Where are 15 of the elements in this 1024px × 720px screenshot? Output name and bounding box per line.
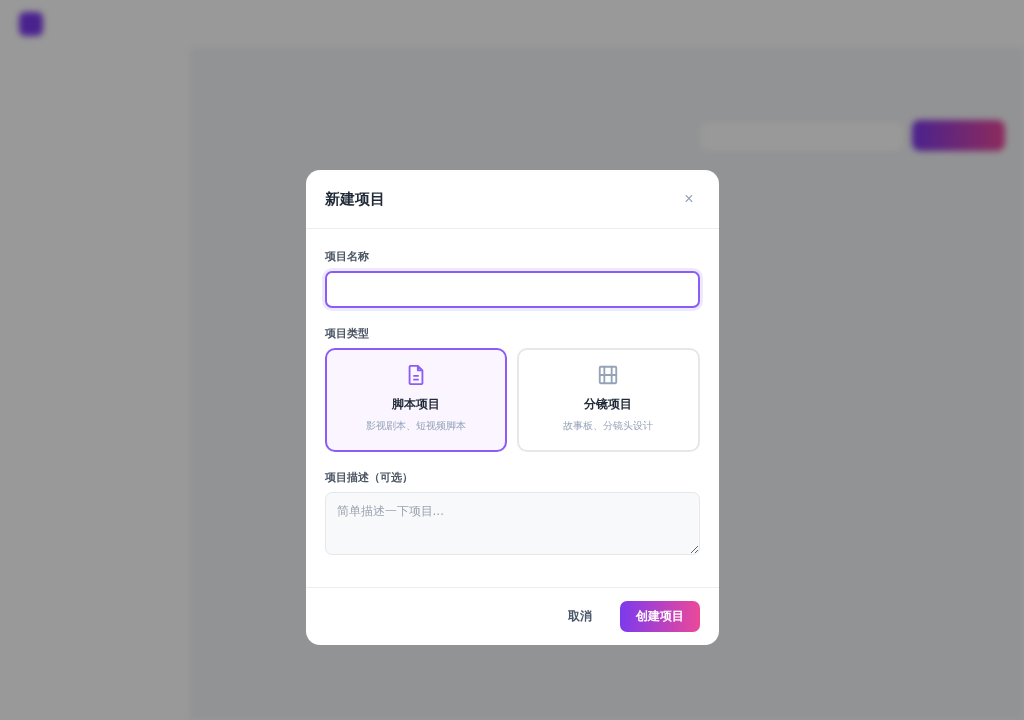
description-textarea[interactable]: 简单描述一下项目... [324,492,700,555]
field-label: 项目类型 [324,326,370,341]
option-title: 分镜项目 [584,396,633,413]
film-grid-icon [597,364,620,386]
field-label: 项目描述（可选） [324,470,414,485]
project-type-option[interactable]: 脚本项目 影视剧本、短视频脚本 [324,348,507,452]
project-type-option[interactable]: 分镜项目 故事板、分镜头设计 [517,348,700,452]
cancel-button[interactable]: 取消 [551,601,608,632]
option-title: 脚本项目 [391,396,440,413]
dialog-title: 新建项目 [324,189,385,209]
project-name-input[interactable] [324,271,700,308]
option-description: 影视剧本、短视频脚本 [365,419,466,433]
create-button[interactable]: 创建项目 [619,601,700,632]
field-label: 项目名称 [324,249,370,264]
option-description: 故事板、分镜头设计 [563,419,654,433]
